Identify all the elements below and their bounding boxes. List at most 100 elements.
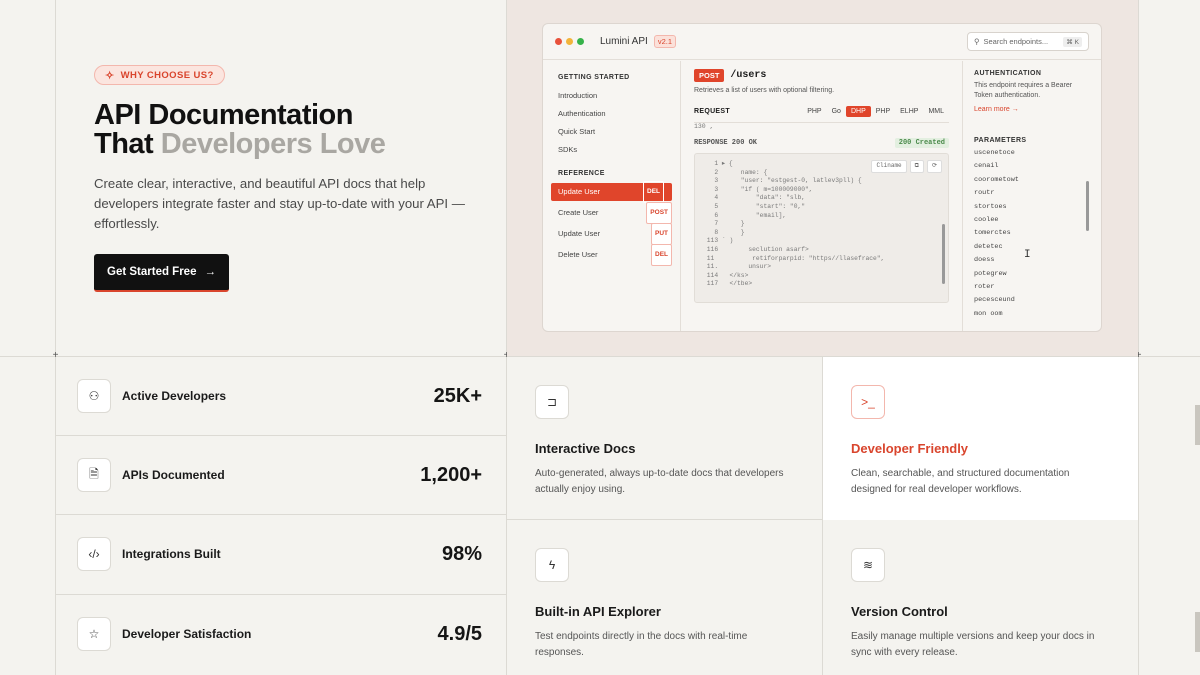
hero-title-line1: API Documentation	[94, 99, 353, 131]
sidebar-item-update-user[interactable]: Update User PUT	[543, 223, 680, 245]
parameter-item: stortoes	[974, 202, 1007, 211]
get-started-button[interactable]: Get Started Free →	[94, 254, 229, 292]
layers-icon: ≋	[851, 548, 885, 582]
maximize-dot-icon	[577, 38, 584, 45]
feature-description: Clean, searchable, and structured docume…	[851, 468, 1070, 495]
auth-text: This endpoint requires a Bearer Token au…	[974, 82, 1073, 99]
tab-language[interactable]: MML	[923, 106, 949, 117]
stat-label: APIs Documented	[122, 468, 225, 482]
document-icon: 🗎	[77, 458, 111, 492]
search-input[interactable]: ⚲ Search endpoints... ⌘ K	[967, 32, 1089, 51]
shortcut-hint: ⌘ K	[1063, 36, 1082, 47]
bolt-icon: ϟ	[535, 548, 569, 582]
status-badge: 200 Created	[894, 138, 949, 148]
request-label: REQUEST	[694, 108, 730, 115]
preview-window: Lumini API v2.1 ⚲ Search endpoints... ⌘ …	[542, 23, 1102, 332]
sidebar-item-delete-user[interactable]: Delete User DEL	[543, 244, 680, 266]
feature-title: Developer Friendly	[851, 441, 969, 456]
sidebar-section-heading: REFERENCE	[558, 170, 605, 177]
parameter-item: uscenetoce	[974, 149, 1015, 157]
sidebar-item-quick-start[interactable]: Quick Start	[543, 123, 680, 141]
parameter-item: doess	[974, 256, 995, 265]
stat-label: Developer Satisfaction	[122, 627, 252, 641]
sidebar-item-label: Create User	[558, 208, 599, 217]
stat-active-developers: ⚇ Active Developers 25K+	[55, 356, 506, 436]
code-icon: ‹/›	[77, 537, 111, 571]
window-titlebar: Lumini API v2.1 ⚲ Search endpoints... ⌘ …	[543, 24, 1101, 60]
app-name: Lumini API	[600, 36, 648, 47]
star-icon: ☆	[77, 617, 111, 651]
auth-heading: AUTHENTICATION	[974, 70, 1042, 77]
feature-description: Test endpoints directly in the docs with…	[535, 631, 748, 658]
parameter-item: routr	[974, 189, 995, 198]
request-snippet: 130 ,	[694, 122, 949, 130]
sidebar-item-label: Update User	[558, 229, 601, 238]
sidebar-item-sdks[interactable]: SDKs	[543, 141, 680, 159]
close-dot-icon	[555, 38, 562, 45]
sidebar-item-label: Delete User	[558, 250, 598, 259]
tab-language[interactable]: Go	[827, 106, 846, 117]
feature-title: Built-in API Explorer	[535, 604, 661, 619]
response-row: RESPONSE 200 OK 200 Created	[694, 138, 949, 148]
stat-label: Active Developers	[122, 389, 227, 403]
version-badge: v2.1	[653, 35, 676, 48]
tab-language[interactable]: PHP	[802, 106, 826, 117]
request-row: REQUEST PHP Go DHP PHP ELHP MML	[694, 106, 949, 117]
code-scrollbar[interactable]	[942, 224, 945, 284]
grid-line	[1138, 0, 1139, 675]
parameters-scrollbar[interactable]	[1086, 181, 1089, 231]
feature-description: Auto-generated, always up-to-date docs t…	[535, 468, 784, 495]
language-tabs: PHP Go DHP PHP ELHP MML	[802, 106, 949, 117]
sidebar-item-label: Update User	[558, 187, 601, 196]
parameter-item: pecesceund	[974, 296, 1015, 305]
feature-title: Version Control	[851, 604, 948, 619]
copy-icon[interactable]: ⧉	[909, 160, 924, 173]
parameter-item: mon oom	[974, 309, 1003, 318]
cliname-button[interactable]: Cliname	[871, 160, 907, 173]
parameter-item: coorometowt	[974, 175, 1019, 184]
hero-title-muted: Developers Love	[160, 128, 386, 160]
parameter-item: potegrew	[974, 269, 1007, 278]
feature-description: Easily manage multiple versions and keep…	[851, 631, 1095, 658]
page-scrollbar[interactable]	[1195, 612, 1200, 652]
learn-more-link[interactable]: Learn more →	[974, 106, 1090, 113]
tab-language[interactable]: DHP	[845, 106, 871, 117]
method-badge: DEL	[651, 244, 672, 266]
tab-language[interactable]: ELHP	[895, 106, 923, 117]
method-badge: POST	[646, 202, 672, 224]
stat-value: 98%	[441, 542, 482, 565]
feature-interactive-docs: ⊐ Interactive Docs Auto-generated, alway…	[507, 357, 823, 520]
feature-title: Interactive Docs	[535, 441, 636, 456]
stat-value: 1,200+	[420, 463, 482, 486]
sidebar-item-update-user[interactable]: Update User DEL	[551, 181, 672, 203]
parameter-item: coolee	[974, 216, 999, 225]
docs-sidebar: GETTING STARTED Introduction Authenticat…	[543, 61, 681, 331]
cta-label: Get Started Free	[107, 266, 197, 278]
refresh-icon[interactable]: ⟳	[926, 160, 942, 173]
tab-language[interactable]: PHP	[871, 106, 895, 117]
product-preview: Lumini API v2.1 ⚲ Search endpoints... ⌘ …	[507, 0, 1138, 356]
parameter-item: detetec	[974, 242, 1003, 251]
feature-developer-friendly: >_ Developer Friendly Clean, searchable,…	[823, 357, 1138, 520]
page-scrollbar[interactable]	[1195, 405, 1200, 445]
endpoint-panel: POST /users Retrieves a list of users wi…	[682, 61, 1031, 331]
code-toolbar: Cliname ⧉ ⟳	[871, 160, 942, 173]
response-code-block: 1 ▸ { 2 name: { 3 "user: "estgest-0, lat…	[694, 153, 949, 303]
badge-label: WHY CHOOSE US?	[120, 69, 214, 81]
search-placeholder: Search endpoints...	[983, 37, 1049, 46]
terminal-icon: >_	[851, 385, 885, 419]
sidebar-item-introduction[interactable]: Introduction	[543, 87, 680, 105]
endpoint-header: POST /users	[694, 69, 949, 82]
sidebar-item-authentication[interactable]: Authentication	[543, 105, 680, 123]
parameter-item: cenail	[974, 162, 999, 171]
endpoint-description: Retrieves a list of users with optional …	[694, 87, 835, 94]
method-badge: PUT	[651, 223, 672, 245]
stat-label: Integrations Built	[122, 547, 221, 561]
sidebar-item-create-user[interactable]: Create User POST	[543, 202, 680, 224]
stat-integrations-built: ‹/› Integrations Built 98%	[55, 514, 506, 594]
hero-section: ✧ WHY CHOOSE US? API Documentation That …	[55, 0, 506, 356]
why-choose-badge: ✧ WHY CHOOSE US?	[94, 65, 225, 85]
stat-value: 4.9/5	[437, 622, 482, 645]
response-label: RESPONSE 200 OK	[694, 139, 758, 147]
arrow-right-icon: →	[204, 266, 216, 278]
